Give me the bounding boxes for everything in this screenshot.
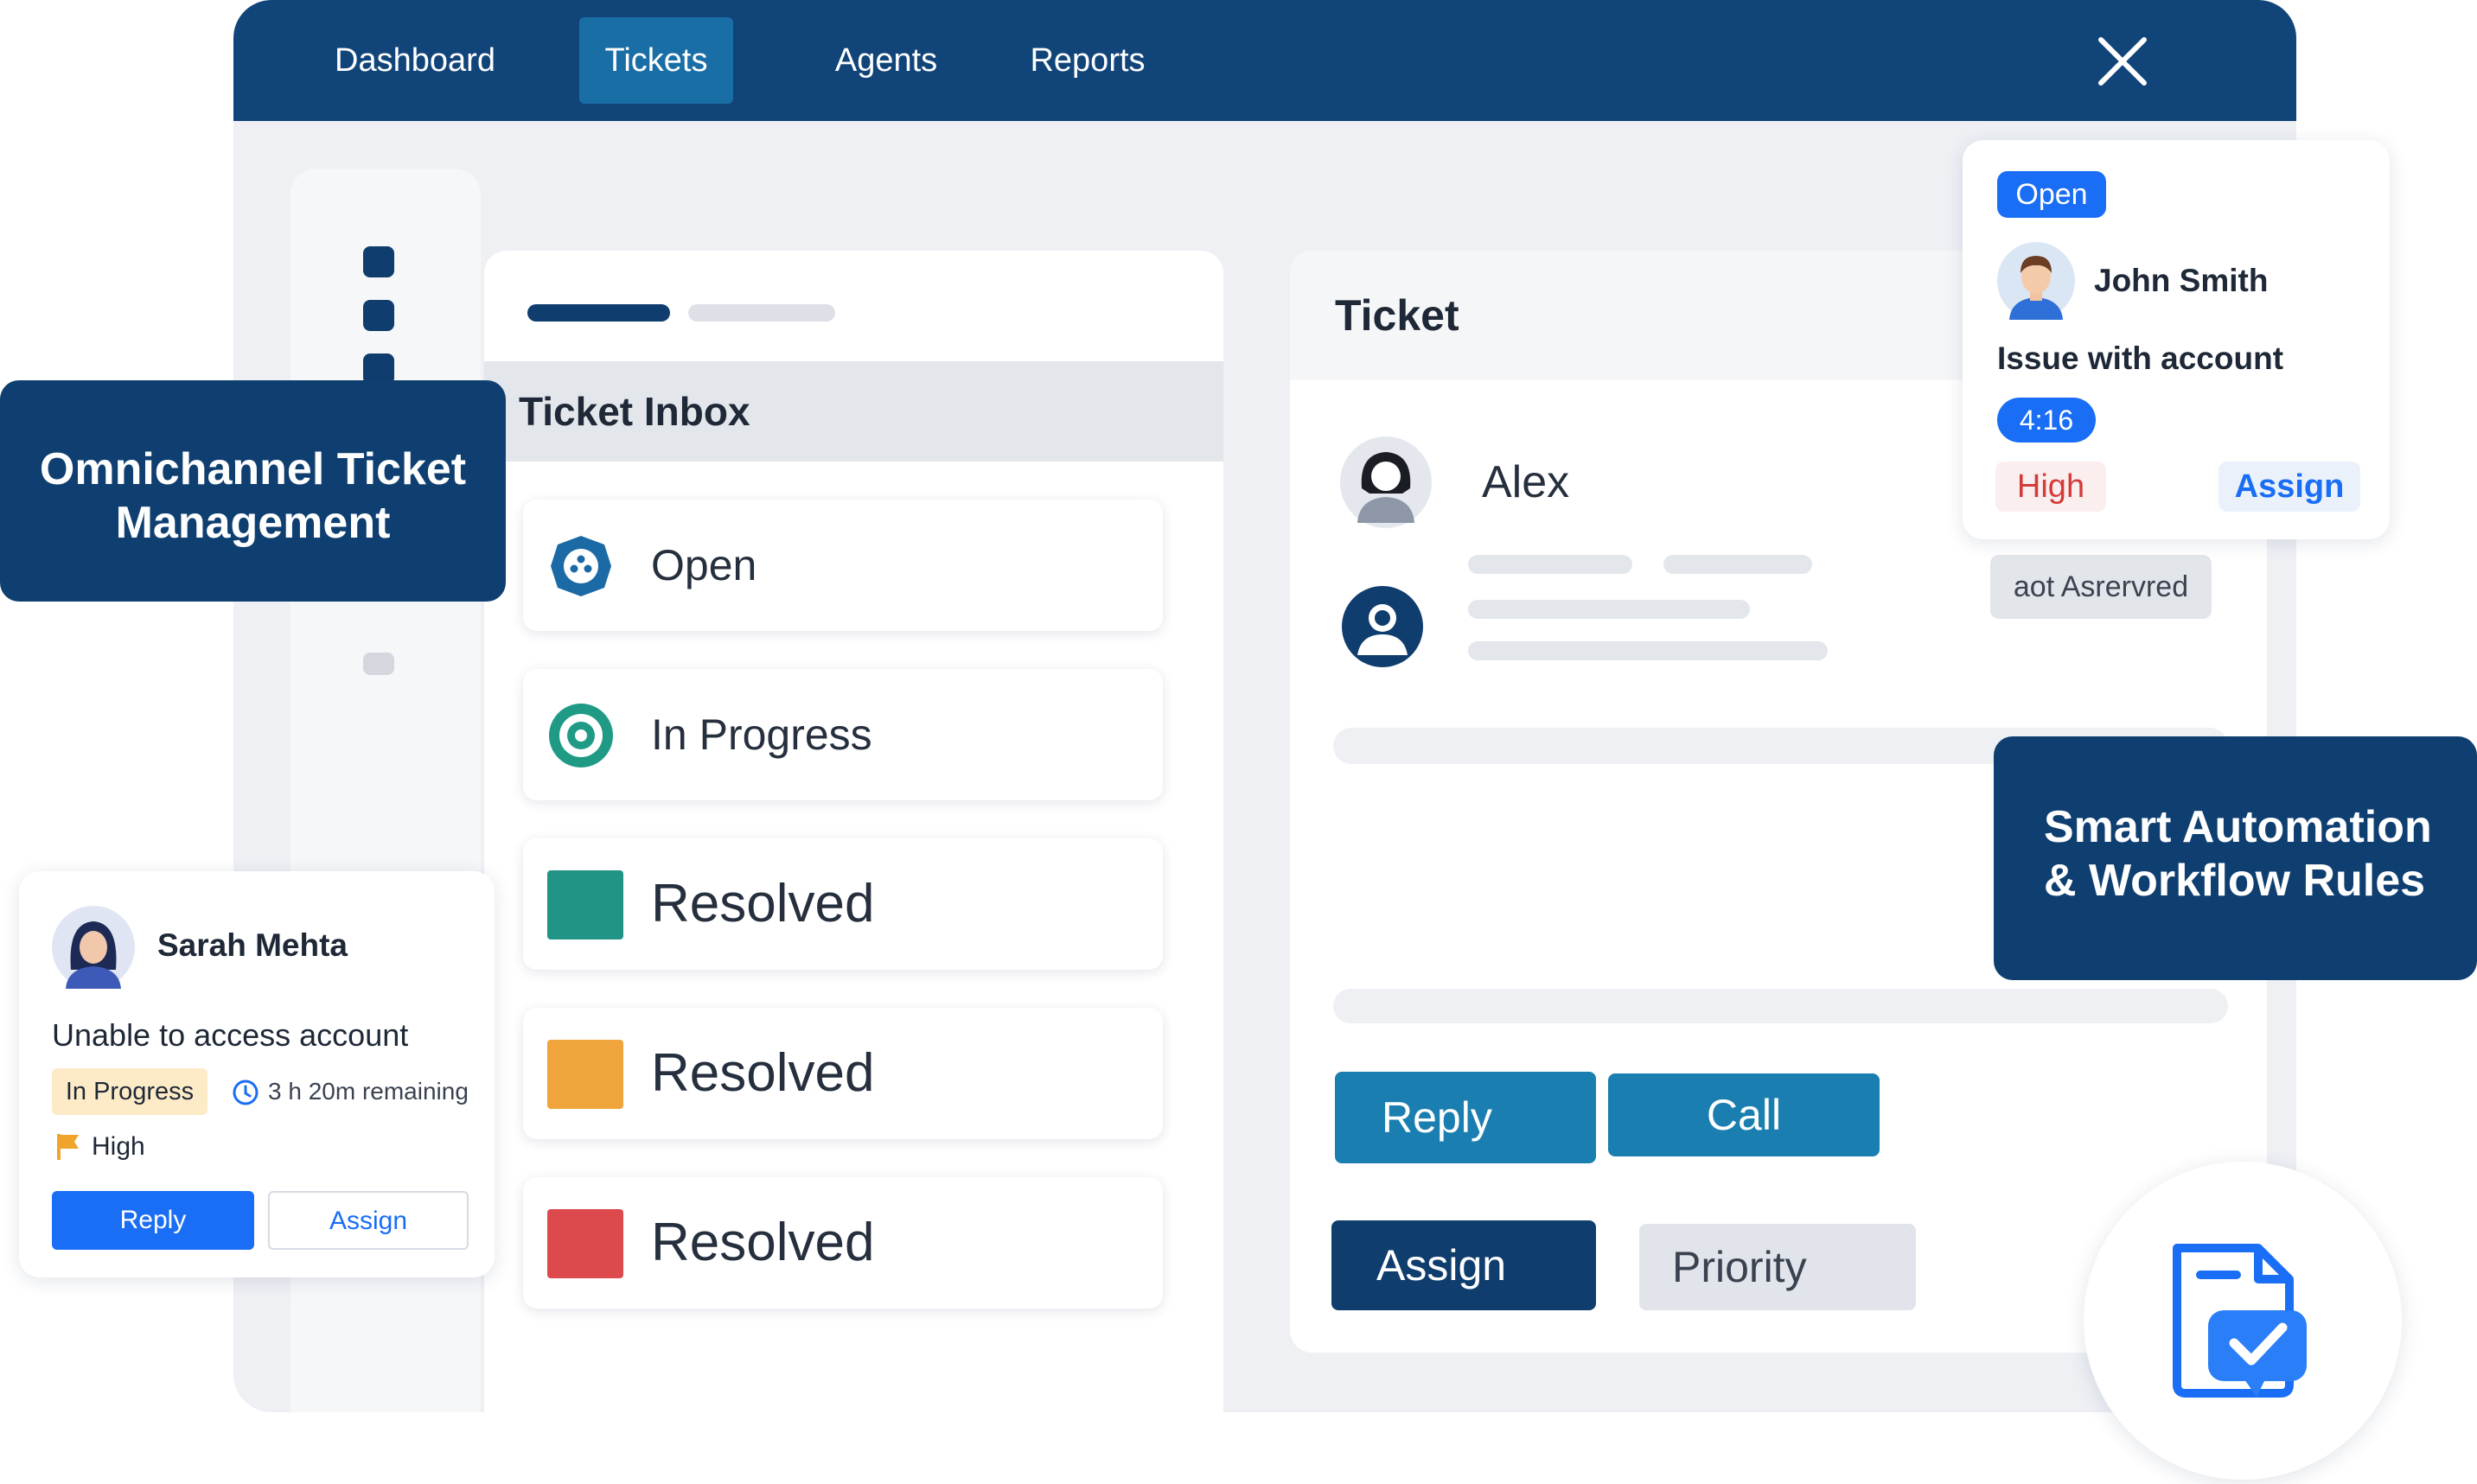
nav-tab-reports[interactable]: Reports bbox=[1001, 17, 1174, 104]
active-tab-indicator bbox=[527, 304, 670, 322]
ticket-subject: Issue with account bbox=[1997, 341, 2284, 376]
sla-timer: 3 h 20m remaining bbox=[268, 1078, 469, 1105]
ticket-title: Ticket bbox=[1335, 291, 1459, 340]
composer-placeholder[interactable] bbox=[1333, 989, 2228, 1023]
inbox-title: Ticket Inbox bbox=[519, 389, 750, 434]
customer-name: John Smith bbox=[2094, 263, 2269, 298]
inbox-item-label: Resolved bbox=[651, 874, 875, 933]
nav-tab-agents[interactable]: Agents bbox=[804, 17, 968, 104]
message-placeholder bbox=[1468, 555, 1632, 574]
timer-badge: 4:16 bbox=[1997, 398, 2096, 443]
clock-icon bbox=[233, 1080, 259, 1105]
inbox-item-label: In Progress bbox=[651, 710, 872, 759]
info-circle-icon bbox=[551, 536, 611, 596]
inbox-item-resolved[interactable]: Resolved bbox=[523, 1008, 1163, 1139]
callout-line: Smart Automation bbox=[2044, 802, 2432, 852]
assign-button[interactable]: Assign bbox=[1331, 1220, 1596, 1310]
square-icon bbox=[547, 1040, 623, 1109]
flag-icon bbox=[57, 1134, 79, 1160]
contact-name: Alex bbox=[1482, 457, 1570, 507]
rail-item[interactable] bbox=[363, 246, 394, 277]
callout-line: Management bbox=[115, 498, 391, 548]
reply-button[interactable]: Reply bbox=[1335, 1072, 1596, 1163]
ticket-card-sarah[interactable]: Sarah Mehta Unable to access account In … bbox=[19, 871, 495, 1277]
inbox-item-resolved[interactable]: Resolved bbox=[523, 838, 1163, 970]
priority-badge: High bbox=[1995, 462, 2106, 512]
message-placeholder bbox=[1663, 555, 1812, 574]
rail-item[interactable] bbox=[363, 300, 394, 331]
top-nav: Dashboard Tickets Agents Reports bbox=[233, 0, 2296, 121]
avatar bbox=[52, 906, 135, 989]
nav-tab-tickets[interactable]: Tickets bbox=[579, 17, 733, 104]
user-avatar-icon bbox=[1342, 586, 1423, 667]
assign-button[interactable]: Assign bbox=[2218, 462, 2360, 512]
inbox-item-open[interactable]: Open bbox=[523, 500, 1163, 631]
inbox-item-label: Open bbox=[651, 541, 757, 589]
ticket-card-john[interactable]: Open John Smith Issue with account 4:16 … bbox=[1963, 140, 2390, 539]
ticket-subject: Unable to access account bbox=[52, 1017, 409, 1053]
priority-label: High bbox=[92, 1132, 145, 1161]
inbox-item-label: Resolved bbox=[651, 1213, 875, 1272]
status-badge: In Progress bbox=[52, 1068, 207, 1115]
close-icon[interactable] bbox=[2092, 31, 2153, 92]
call-button[interactable]: Call bbox=[1608, 1073, 1880, 1156]
ticket-inbox-panel: Ticket Inbox Open In Progress Resolved R… bbox=[484, 251, 1223, 1412]
document-check-icon bbox=[2173, 1244, 2307, 1398]
inbox-item-label: Resolved bbox=[651, 1043, 875, 1103]
message-placeholder bbox=[1468, 600, 1750, 619]
feature-callout-omnichannel: Omnichannel Ticket Management bbox=[0, 380, 506, 602]
nav-tab-dashboard[interactable]: Dashboard bbox=[320, 17, 510, 104]
feature-callout-automation: Smart Automation & Workflow Rules bbox=[1994, 736, 2477, 980]
avatar bbox=[1997, 242, 2075, 320]
assign-button[interactable]: Assign bbox=[268, 1191, 469, 1250]
avatar bbox=[1340, 436, 1432, 528]
callout-line: & Workflow Rules bbox=[2044, 856, 2426, 906]
inbox-item-resolved[interactable]: Resolved bbox=[523, 1177, 1163, 1309]
square-icon bbox=[547, 870, 623, 939]
tab-placeholder bbox=[688, 304, 835, 322]
callout-line: Omnichannel Ticket bbox=[39, 444, 467, 494]
inbox-item-in-progress[interactable]: In Progress bbox=[523, 669, 1163, 800]
document-check-badge bbox=[2084, 1162, 2402, 1480]
target-circle-icon bbox=[549, 704, 613, 767]
message-placeholder bbox=[1468, 641, 1828, 660]
priority-button[interactable]: Priority bbox=[1639, 1224, 1916, 1310]
status-badge: Open bbox=[1997, 171, 2106, 218]
reply-button[interactable]: Reply bbox=[52, 1191, 254, 1250]
square-icon bbox=[547, 1209, 623, 1278]
rail-item[interactable] bbox=[363, 653, 394, 675]
inbox-header: Ticket Inbox bbox=[484, 361, 1223, 462]
customer-name: Sarah Mehta bbox=[157, 927, 348, 963]
status-tag: aot Asrervred bbox=[1990, 555, 2212, 619]
